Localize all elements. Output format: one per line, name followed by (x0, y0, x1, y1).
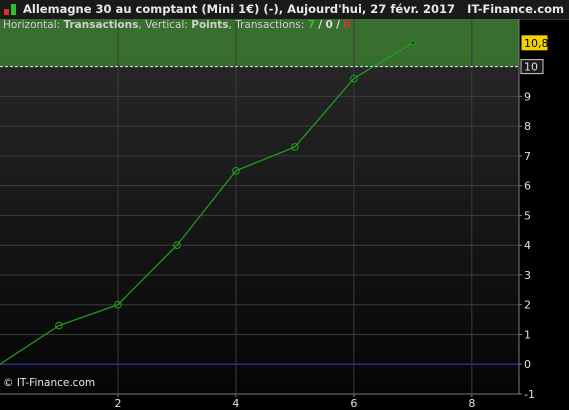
transactions-loss: 0 (343, 19, 351, 31)
copyright-label: © IT-Finance.com (3, 377, 96, 389)
y-tick-label: 4 (524, 239, 531, 252)
y-tick-label: 0 (524, 358, 531, 371)
equity-chart[interactable]: -1 0 1 2 3 4 5 6 7 8 9 10 10,8 2 4 6 8 (0, 0, 569, 410)
transactions-total: 7 (307, 19, 315, 31)
target-value-label: 10 (524, 61, 538, 74)
separator: , (138, 19, 142, 31)
y-tick-label: 5 (524, 209, 531, 222)
x-tick-label: 2 (114, 397, 121, 410)
y-tick-label: 3 (524, 269, 531, 282)
x-tick-label: 8 (468, 397, 475, 410)
vertical-value: Points (191, 19, 229, 31)
slash: / (336, 19, 340, 31)
equity-data-point (410, 40, 416, 46)
slash: / (318, 19, 323, 31)
transactions-label: Transactions: (235, 19, 305, 31)
y-tick-label: 1 (524, 328, 531, 341)
y-tick-label: 2 (524, 299, 531, 312)
horizontal-label: Horizontal: (3, 19, 61, 31)
x-tick-label: 4 (232, 397, 239, 410)
transactions-neutral: 0 (325, 19, 333, 31)
y-tick-label: 6 (524, 180, 531, 193)
vertical-label: Vertical: (145, 19, 188, 31)
x-tick-label: 6 (350, 397, 357, 410)
plot-background (0, 19, 519, 394)
separator: , (228, 19, 232, 31)
current-value-label: 10,8 (524, 37, 549, 50)
y-tick-label: 8 (524, 120, 531, 133)
chart-window: Allemagne 30 au comptant (Mini 1€) (-), … (0, 0, 569, 410)
horizontal-value: Transactions (63, 19, 139, 31)
info-bar: Horizontal: Transactions, Vertical: Poin… (3, 19, 351, 31)
y-tick-label: -1 (524, 388, 535, 401)
y-tick-label: 9 (524, 90, 531, 103)
y-tick-label: 7 (524, 150, 531, 163)
